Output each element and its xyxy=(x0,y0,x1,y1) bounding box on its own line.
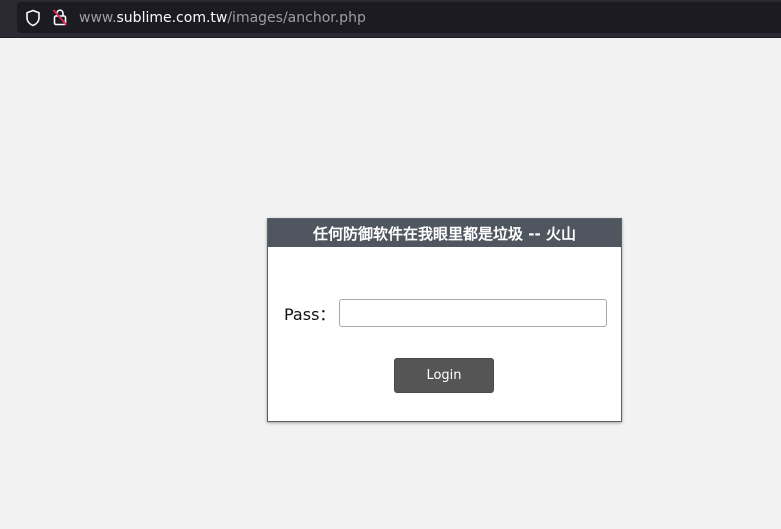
browser-toolbar: www.sublime.com.tw/images/anchor.php xyxy=(0,0,781,38)
shield-icon[interactable] xyxy=(25,9,41,27)
pass-row: Pass： xyxy=(284,298,608,328)
url-domain: sublime.com.tw xyxy=(116,10,228,26)
pass-label: Pass： xyxy=(284,305,336,324)
url-text[interactable]: www.sublime.com.tw/images/anchor.php xyxy=(79,9,366,27)
login-panel: 任何防御软件在我眼里都是垃圾 -- 火山 Pass： Login xyxy=(267,218,622,422)
url-path: /images/anchor.php xyxy=(227,10,366,26)
pass-input[interactable] xyxy=(339,299,608,327)
lock-warning-icon[interactable] xyxy=(52,8,68,26)
login-header-title: 任何防御软件在我眼里都是垃圾 -- 火山 xyxy=(268,219,621,247)
login-button[interactable]: Login xyxy=(394,358,494,393)
url-scheme: www. xyxy=(79,10,117,26)
